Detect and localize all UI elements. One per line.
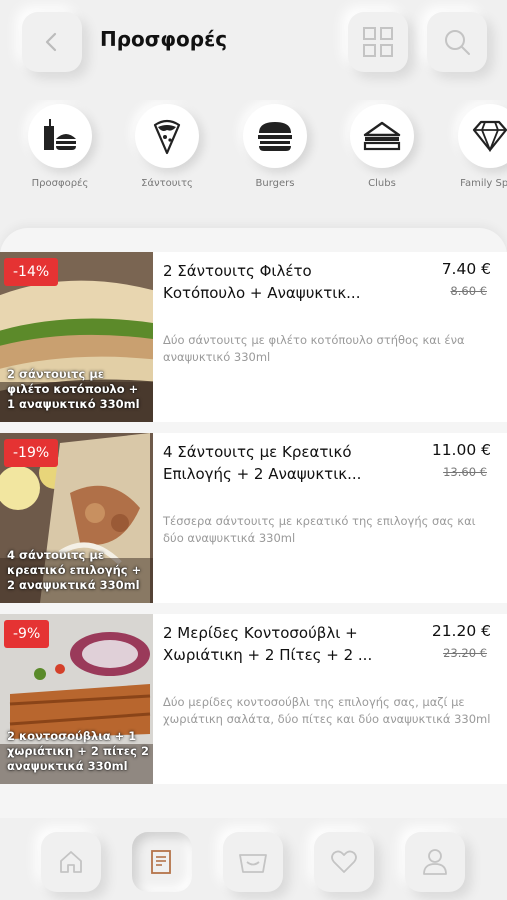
offer-price: 21.20 €: [431, 622, 491, 640]
category-label: Σάντουιτς: [141, 178, 193, 189]
grid-icon: [363, 27, 393, 57]
heart-icon: [331, 850, 357, 873]
offer-title: 2 Μερίδες Κοντοσούβλι + Χωριάτικη + 2 Πί…: [163, 624, 373, 664]
home-icon: [60, 851, 82, 873]
club-sandwich-icon: [363, 121, 401, 151]
discount-badge: -14%: [4, 258, 59, 286]
category-label: Burgers: [255, 178, 295, 189]
category-family-special[interactable]: Family Spec: [440, 100, 507, 189]
category-burgers[interactable]: Burgers: [225, 100, 325, 189]
nav-basket[interactable]: [223, 832, 283, 892]
nav-home[interactable]: [41, 832, 101, 892]
category-clubs[interactable]: Clubs: [332, 100, 432, 189]
category-label: Προσφορές: [31, 178, 89, 189]
offer-old-price: 13.60 €: [443, 465, 487, 479]
category-bar: Προσφορές Σάντουιτς Burgers Clubs Family…: [0, 100, 507, 200]
offer-image-caption: 2 σάντουιτς με φιλέτο κοτόπουλο + 1 αναψ…: [7, 367, 140, 411]
offer-price: 7.40 €: [441, 260, 491, 278]
offers-list: -14% 2 σάντουιτς με φιλέτο κοτόπουλο + 1…: [0, 228, 507, 818]
category-offers[interactable]: Προσφορές: [10, 100, 110, 189]
category-sandwiches[interactable]: Σάντουιτς: [117, 100, 217, 189]
offer-old-price: 23.20 €: [443, 646, 487, 660]
offer-description: Δύο μερίδες κοντοσούβλι της επιλογής σας…: [163, 695, 491, 726]
offer-title: 4 Σάντουιτς με Κρεατικό Επιλογής + 2 Ανα…: [163, 443, 362, 483]
offer-price: 11.00 €: [431, 441, 491, 459]
nav-favorites[interactable]: [314, 832, 374, 892]
offer-description: Τέσσερα σάντουιτς με κρεατικό της επιλογ…: [163, 514, 476, 545]
burger-icon: [258, 122, 292, 151]
offer-image-caption: 4 σάντουιτς με κρεατικό επιλογής + 2 ανα…: [7, 548, 142, 592]
offer-description: Δύο σάντουιτς με φιλέτο κοτόπουλο στήθος…: [163, 333, 465, 364]
grid-view-button[interactable]: [348, 12, 408, 72]
back-arrow-icon: [45, 32, 57, 52]
back-button[interactable]: [22, 12, 82, 72]
offer-image: -9% 2 κοντοσούβλια + 1 χωριάτικη + 2 πίτ…: [0, 614, 153, 784]
diamond-icon: [472, 120, 507, 152]
offer-image: -19% 4 σάντουιτς με κρεατικό επιλογής + …: [0, 433, 153, 603]
discount-badge: -9%: [4, 620, 50, 648]
offer-image: -14% 2 σάντουιτς με φιλέτο κοτόπουλο + 1…: [0, 252, 153, 422]
page-title: Προσφορές: [100, 27, 228, 51]
wrap-sandwich-icon: [153, 119, 181, 155]
bottom-navigation: [0, 818, 507, 900]
category-label: Clubs: [368, 178, 396, 189]
category-label: Family Spec: [460, 178, 507, 189]
offer-card[interactable]: -19% 4 σάντουιτς με κρεατικό επιλογής + …: [0, 433, 507, 603]
combo-meal-icon: [44, 119, 76, 150]
offer-image-caption: 2 κοντοσούβλια + 1 χωριάτικη + 2 πίτες 2…: [7, 729, 149, 773]
header: Προσφορές: [0, 0, 507, 90]
menu-document-icon: [151, 850, 171, 874]
search-icon: [445, 30, 470, 55]
offer-card[interactable]: -14% 2 σάντουιτς με φιλέτο κοτόπουλο + 1…: [0, 252, 507, 422]
nav-profile[interactable]: [405, 832, 465, 892]
offer-title: 2 Σάντουιτς Φιλέτο Κοτόπουλο + Αναψυκτικ…: [163, 262, 361, 302]
search-button[interactable]: [427, 12, 487, 72]
basket-icon: [239, 854, 267, 873]
user-icon: [423, 849, 447, 875]
nav-menu[interactable]: [132, 832, 192, 892]
offer-old-price: 8.60 €: [450, 284, 487, 298]
offer-card[interactable]: -9% 2 κοντοσούβλια + 1 χωριάτικη + 2 πίτ…: [0, 614, 507, 784]
discount-badge: -19%: [4, 439, 59, 467]
